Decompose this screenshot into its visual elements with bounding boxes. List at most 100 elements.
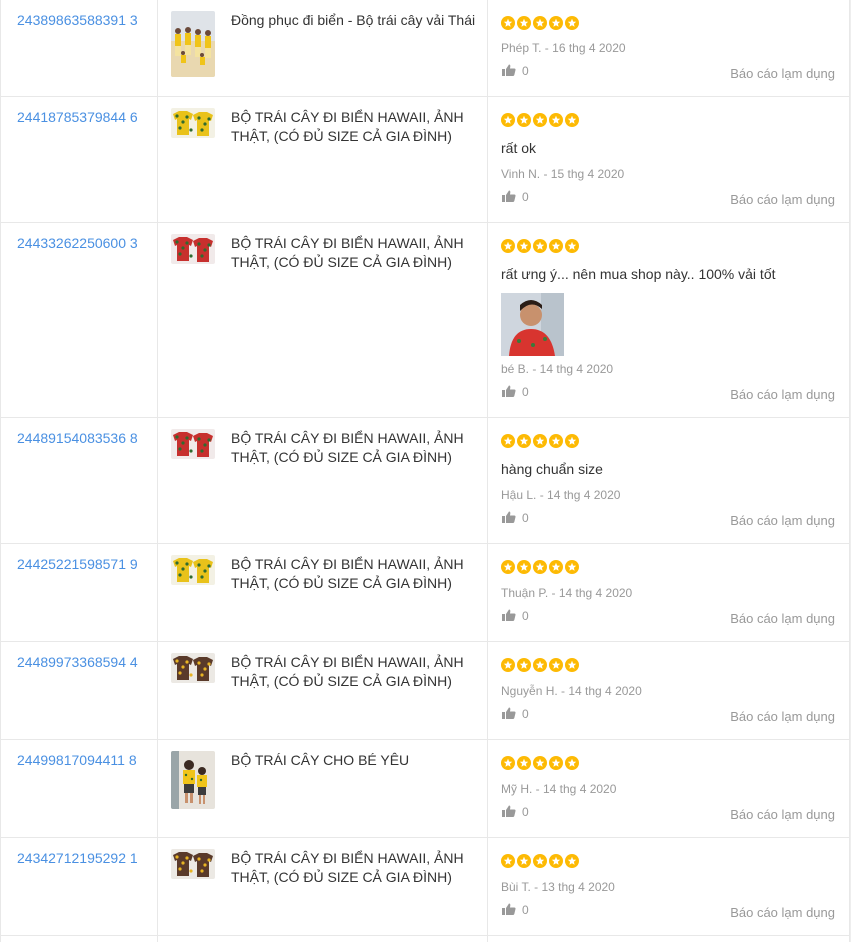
star-icon — [533, 756, 547, 770]
reviewer-meta: Vinh N. - 15 thg 4 2020 — [501, 167, 625, 181]
star-icon — [549, 756, 563, 770]
rating-stars — [501, 239, 579, 253]
yellow-fruit-shirts-icon[interactable] — [171, 108, 215, 138]
star-icon — [501, 434, 515, 448]
dark-fruit-shirts-icon[interactable] — [171, 849, 215, 879]
product-name[interactable]: BỘ TRÁI CÂY ĐI BIỂN HAWAII, ẢNH THẬT, (C… — [231, 653, 481, 691]
product-name[interactable]: BỘ TRÁI CÂY ĐI BIỂN HAWAII, ẢNH THẬT, (C… — [231, 108, 481, 146]
like-count: 0 — [522, 903, 529, 917]
star-icon — [517, 434, 531, 448]
star-icon — [565, 854, 579, 868]
report-abuse-link[interactable]: Báo cáo lạm dụng — [730, 905, 835, 921]
like-button[interactable]: 0 — [502, 902, 529, 918]
star-icon — [549, 658, 563, 672]
star-icon — [565, 113, 579, 127]
order-id-link[interactable]: 24389863588391 3 — [17, 11, 141, 30]
rating-stars — [501, 854, 579, 868]
thumbs-up-icon — [502, 609, 516, 624]
reviewer-meta: Nguyễn H. - 14 thg 4 2020 — [501, 684, 642, 698]
product-name[interactable]: BỘ TRÁI CÂY ĐI BIỂN HAWAII, ẢNH THẬT, (C… — [231, 849, 481, 887]
dark-fruit-shirts-icon[interactable] — [171, 653, 215, 683]
order-id-link[interactable]: 24499817094411 8 — [17, 751, 141, 770]
star-icon — [517, 658, 531, 672]
star-icon — [533, 113, 547, 127]
review-comment: rất ok — [501, 140, 537, 156]
rating-stars — [501, 16, 579, 30]
star-icon — [533, 854, 547, 868]
red-fruit-shirts-icon[interactable] — [171, 429, 215, 459]
star-icon — [549, 113, 563, 127]
reviewer-meta: Thuận P. - 14 thg 4 2020 — [501, 586, 633, 600]
like-button[interactable]: 0 — [502, 804, 529, 820]
order-id-link[interactable]: 24425221598571 9 — [17, 555, 141, 574]
thumbs-up-icon — [502, 903, 516, 918]
group-beach-photo-icon[interactable] — [171, 11, 215, 77]
order-id-link[interactable]: 24418785379844 6 — [17, 108, 141, 127]
star-icon — [549, 434, 563, 448]
report-abuse-link[interactable]: Báo cáo lạm dụng — [730, 513, 835, 529]
yellow-fruit-shirts-icon[interactable] — [171, 555, 215, 585]
product-name[interactable]: BỘ TRÁI CÂY ĐI BIỂN HAWAII, ẢNH THẬT, (C… — [231, 555, 481, 593]
star-icon — [565, 434, 579, 448]
like-button[interactable]: 0 — [502, 384, 529, 400]
order-id-link[interactable]: 24433262250600 3 — [17, 234, 141, 253]
reviewer-meta: Mỹ H. - 14 thg 4 2020 — [501, 782, 617, 796]
report-abuse-link[interactable]: Báo cáo lạm dụng — [730, 807, 835, 823]
star-icon — [549, 16, 563, 30]
reviewer-meta: Phép T. - 16 thg 4 2020 — [501, 41, 626, 55]
order-id-link[interactable]: 24342712195292 1 — [17, 849, 141, 868]
product-name[interactable]: BỘ TRÁI CÂY CHO BÉ YÊU — [231, 751, 481, 770]
product-name[interactable]: BỘ TRÁI CÂY ĐI BIỂN HAWAII, ẢNH THẬT, (C… — [231, 429, 481, 467]
table-row: 24418785379844 6 BỘ TRÁI CÂY ĐI BIỂN HAW… — [0, 97, 849, 223]
order-id-link[interactable]: 24489154083536 8 — [17, 429, 141, 448]
report-abuse-link[interactable]: Báo cáo lạm dụng — [730, 66, 835, 82]
like-button[interactable]: 0 — [502, 510, 529, 526]
report-abuse-link[interactable]: Báo cáo lạm dụng — [730, 709, 835, 725]
thumbs-up-icon — [502, 190, 516, 205]
thumbs-up-icon — [502, 511, 516, 526]
product-name[interactable]: Đồng phục đi biển - Bộ trái cây vải Thái — [231, 11, 481, 30]
star-icon — [565, 239, 579, 253]
kids-fruit-outfit-icon[interactable] — [171, 751, 215, 809]
reviews-table: 24389863588391 3 Đồng phục đi biển - Bộ … — [0, 0, 850, 942]
star-icon — [517, 854, 531, 868]
star-icon — [565, 658, 579, 672]
report-abuse-link[interactable]: Báo cáo lạm dụng — [730, 611, 835, 627]
thumbs-up-icon — [502, 64, 516, 79]
rating-stars — [501, 113, 579, 127]
star-icon — [517, 113, 531, 127]
order-id-link[interactable]: 24489973368594 4 — [17, 653, 141, 672]
star-icon — [517, 16, 531, 30]
like-count: 0 — [522, 190, 529, 204]
star-icon — [517, 756, 531, 770]
like-button[interactable]: 0 — [502, 63, 529, 79]
star-icon — [501, 854, 515, 868]
table-row: 24389863588391 3 Đồng phục đi biển - Bộ … — [0, 0, 849, 97]
star-icon — [533, 434, 547, 448]
star-icon — [501, 16, 515, 30]
star-icon — [517, 239, 531, 253]
review-comment: hàng chuẩn size — [501, 461, 603, 477]
like-button[interactable]: 0 — [502, 608, 529, 624]
like-count: 0 — [522, 64, 529, 78]
review-comment: rất ưng ý... nên mua shop này.. 100% vải… — [501, 266, 776, 282]
like-button[interactable]: 0 — [502, 189, 529, 205]
report-abuse-link[interactable]: Báo cáo lạm dụng — [730, 192, 835, 208]
table-row: 24499817094411 8 BỘ TRÁI CÂY CHO BÉ YÊU … — [0, 740, 849, 838]
like-count: 0 — [522, 385, 529, 399]
like-button[interactable]: 0 — [502, 706, 529, 722]
like-count: 0 — [522, 805, 529, 819]
review-photo[interactable] — [501, 293, 564, 356]
thumbs-up-icon — [502, 707, 516, 722]
table-row: 24489154083536 8 BỘ TRÁI CÂY ĐI BIỂN HAW… — [0, 418, 849, 544]
star-icon — [533, 658, 547, 672]
report-abuse-link[interactable]: Báo cáo lạm dụng — [730, 387, 835, 403]
product-name[interactable]: BỘ TRÁI CÂY ĐI BIỂN HAWAII, ẢNH THẬT, (C… — [231, 234, 481, 272]
reviewer-meta: bé B. - 14 thg 4 2020 — [501, 362, 614, 376]
table-row — [0, 936, 849, 942]
red-fruit-shirts-icon[interactable] — [171, 234, 215, 264]
scrollbar-track[interactable] — [850, 0, 857, 942]
star-icon — [533, 560, 547, 574]
rating-stars — [501, 658, 579, 672]
star-icon — [565, 560, 579, 574]
